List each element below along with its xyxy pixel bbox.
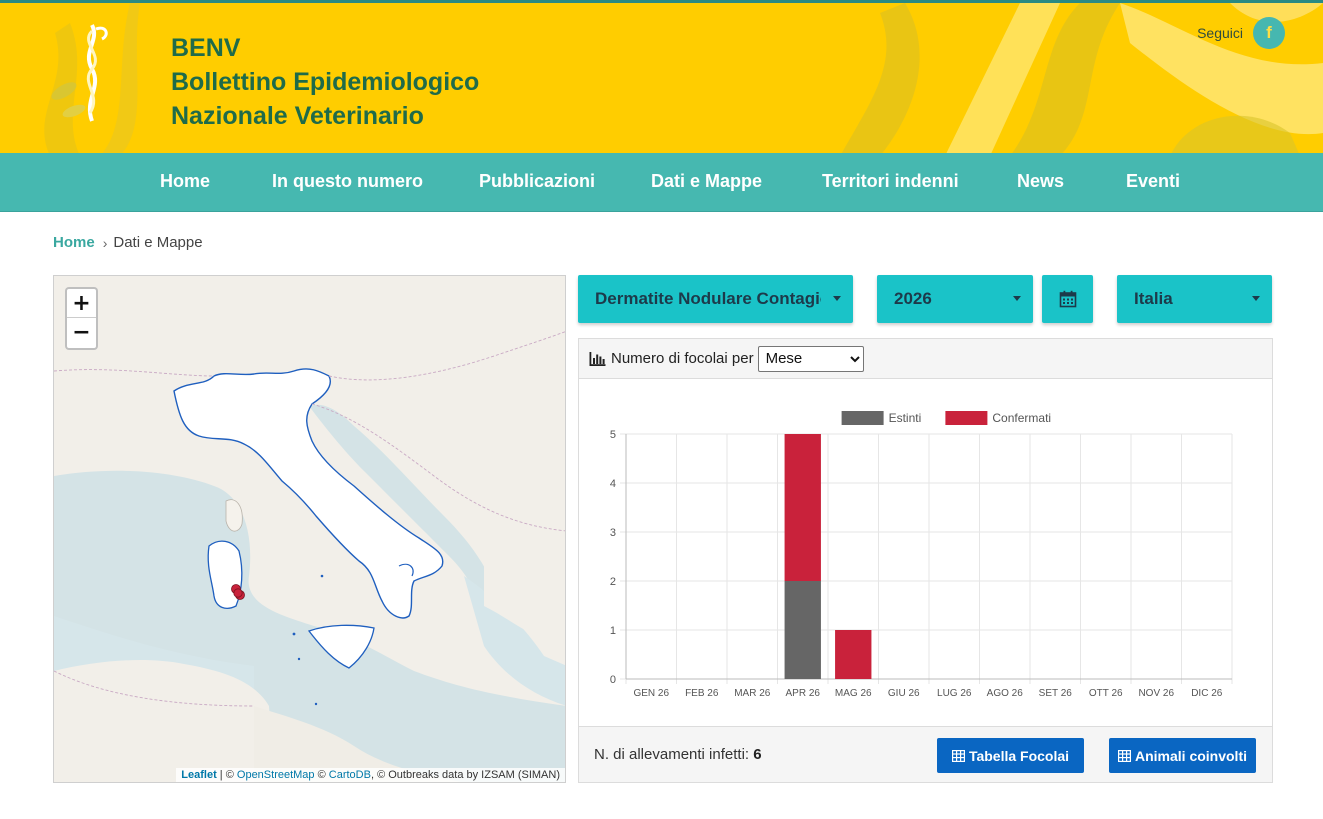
attribution-osm-link[interactable]: OpenStreetMap: [237, 769, 315, 781]
infected-farms-value: 6: [753, 746, 762, 763]
y-tick-label: 5: [610, 429, 616, 441]
bar-confermati: [835, 630, 872, 679]
area-dropdown-label: Italia: [1134, 289, 1173, 308]
map-attribution: Leaflet | © OpenStreetMap © CartoDB, © O…: [176, 768, 565, 782]
facebook-icon[interactable]: f: [1253, 17, 1285, 49]
nav-item-pubblicazioni[interactable]: Pubblicazioni: [479, 153, 595, 212]
table-icon: [1117, 749, 1131, 762]
y-tick-label: 4: [610, 478, 616, 490]
nav-item-territori-indenni[interactable]: Territori indenni: [822, 153, 959, 212]
breadcrumb: Home › Dati e Mappe: [53, 234, 203, 251]
x-tick-label: NOV 26: [1138, 688, 1174, 699]
site-brand[interactable]: BENV Bollettino Epidemiologico Nazionale…: [171, 31, 479, 133]
breadcrumb-current: Dati e Mappe: [113, 234, 203, 251]
bar-confermati: [784, 434, 821, 581]
bar-estinti: [784, 581, 821, 679]
nav-item-dati-e-mappe[interactable]: Dati e Mappe: [651, 153, 762, 212]
nav-item-eventi[interactable]: Eventi: [1126, 153, 1180, 212]
breadcrumb-separator: ›: [102, 234, 108, 251]
brand-acronym: BENV: [171, 34, 241, 62]
chevron-down-icon: [1252, 296, 1260, 301]
legend-label: Estinti: [889, 411, 922, 425]
chart-panel-footer: N. di allevamenti infetti: 6 Tabella Foc…: [579, 726, 1272, 782]
x-tick-label: GEN 26: [633, 688, 669, 699]
chevron-down-icon: [1013, 296, 1021, 301]
x-tick-label: MAR 26: [734, 688, 771, 699]
disease-dropdown[interactable]: Dermatite Nodulare Contagiosa: [578, 275, 853, 323]
attribution-separator: ©: [314, 769, 329, 781]
chart-panel: Numero di focolai per Mese 0 1 2 3 4 5 GEN 26 F…: [578, 338, 1273, 783]
x-tick-label: MAG 26: [835, 688, 872, 699]
x-tick-label: SET 26: [1039, 688, 1073, 699]
infected-farms-label: N. di allevamenti infetti:: [594, 746, 750, 763]
breadcrumb-home[interactable]: Home: [53, 234, 95, 251]
nav-item-in-questo-numero[interactable]: In questo numero: [272, 153, 423, 212]
nav-item-home[interactable]: Home: [160, 153, 210, 212]
x-tick-label: GIU 26: [888, 688, 920, 699]
calendar-button[interactable]: [1042, 275, 1093, 323]
zoom-out-button[interactable]: −: [67, 318, 96, 347]
site-header: BENV Bollettino Epidemiologico Nazionale…: [0, 0, 1323, 153]
chart-panel-header: Numero di focolai per Mese: [579, 339, 1272, 379]
outbreak-map[interactable]: + − Leaflet | © OpenStreetMap © CartoDB,…: [53, 275, 566, 783]
main-navigation: Home In questo numero Pubblicazioni Dati…: [0, 153, 1323, 212]
social-links: Seguici f: [1197, 17, 1285, 49]
table-outbreaks-button[interactable]: Tabella Focolai: [937, 738, 1084, 773]
x-tick-label: OTT 26: [1089, 688, 1123, 699]
year-dropdown[interactable]: 2026: [877, 275, 1033, 323]
period-select[interactable]: Mese: [757, 345, 864, 372]
table-outbreaks-label: Tabella Focolai: [968, 747, 1070, 764]
nav-item-news[interactable]: News: [1017, 153, 1064, 212]
bar-chart-icon: [589, 351, 606, 366]
y-tick-label: 2: [610, 576, 616, 588]
y-tick-label: 1: [610, 625, 616, 637]
attribution-outbreaks: , © Outbreaks data by IZSAM (SIMAN): [370, 769, 560, 781]
animals-involved-label: Animali coinvolti: [1134, 747, 1247, 764]
brand-line-3: Nazionale Veterinario: [171, 102, 424, 130]
y-tick-label: 0: [610, 674, 616, 686]
attribution-carto-link[interactable]: CartoDB: [329, 769, 371, 781]
area-dropdown[interactable]: Italia: [1117, 275, 1272, 323]
legend-swatch: [945, 411, 988, 425]
map-tiles[interactable]: [54, 276, 566, 783]
brand-line-2: Bollettino Epidemiologico: [171, 68, 480, 96]
x-tick-label: DIC 26: [1191, 688, 1223, 699]
legend-swatch: [841, 411, 884, 425]
benv-logo: [51, 24, 108, 122]
chart-heading: Numero di focolai per: [611, 350, 754, 367]
zoom-control: + −: [65, 287, 98, 350]
x-tick-label: APR 26: [786, 688, 821, 699]
x-tick-label: AGO 26: [987, 688, 1024, 699]
table-icon: [951, 749, 965, 762]
attribution-leaflet-link[interactable]: Leaflet: [181, 769, 216, 781]
legend-label: Confermati: [992, 411, 1051, 425]
outbreak-marker: [233, 588, 243, 598]
x-tick-label: LUG 26: [937, 688, 972, 699]
chart-area: 0 1 2 3 4 5 GEN 26 FEB 26 MAR 26 APR 26 MAG 26 GIU …: [579, 379, 1272, 726]
year-dropdown-label: 2026: [894, 289, 932, 308]
y-tick-label: 3: [610, 527, 616, 539]
x-tick-label: FEB 26: [685, 688, 719, 699]
animals-involved-button[interactable]: Animali coinvolti: [1109, 738, 1256, 773]
chevron-down-icon: [833, 296, 841, 301]
follow-label: Seguici: [1197, 25, 1243, 41]
focolai-bar-chart: 0 1 2 3 4 5 GEN 26 FEB 26 MAR 26 APR 26 MAG 26 GIU …: [610, 411, 1233, 699]
zoom-in-button[interactable]: +: [67, 289, 96, 318]
attribution-separator: | ©: [216, 769, 237, 781]
calendar-icon: [1059, 290, 1076, 308]
infected-farms-summary: N. di allevamenti infetti: 6: [594, 746, 762, 763]
disease-dropdown-label: Dermatite Nodulare Contagiosa: [595, 289, 821, 308]
